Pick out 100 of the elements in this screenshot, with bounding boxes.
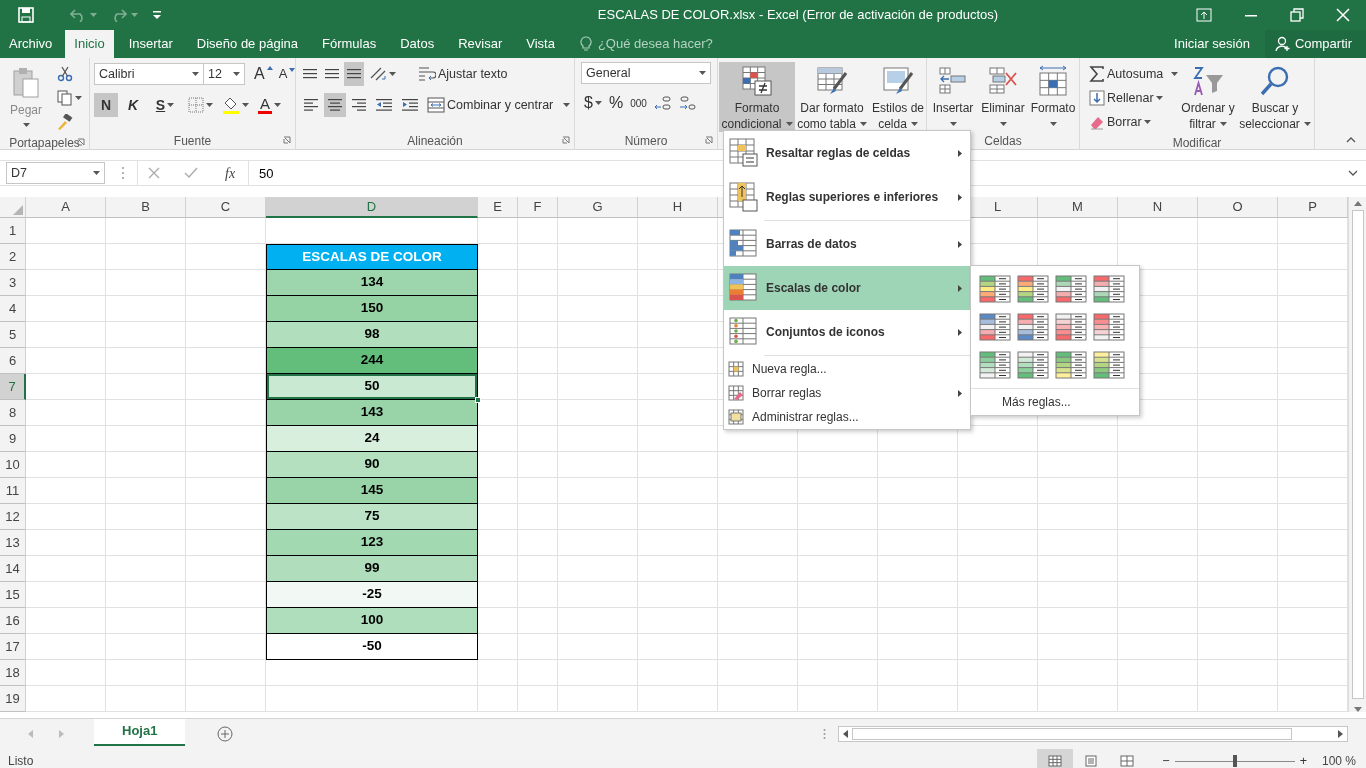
row-header[interactable]: 12 [0,504,26,530]
format-cells-button[interactable]: Formato [1028,62,1078,132]
fill-button[interactable]: Rellenar [1086,86,1178,110]
menu-item[interactable]: Borrar reglas [724,381,970,405]
row-header[interactable]: 8 [0,400,26,426]
ribbon-tab[interactable]: Insertar [119,30,182,58]
row-header[interactable]: 17 [0,634,26,660]
column-header[interactable]: F [518,197,558,218]
number-format-field[interactable]: General [581,62,711,84]
row-header[interactable]: 16 [0,608,26,634]
row-header[interactable]: 19 [0,686,26,712]
column-header[interactable]: B [106,197,186,218]
row-header[interactable]: 2 [0,244,26,270]
vertical-scrollbar[interactable] [1348,197,1366,712]
column-header[interactable]: O [1198,197,1278,218]
scroll-thumb[interactable] [1351,210,1364,699]
ribbon-tab[interactable]: Revisar [449,30,512,58]
wrap-text-button[interactable]: Ajustar texto [415,62,511,86]
column-header[interactable]: D [266,197,478,218]
slider-thumb[interactable] [1232,755,1237,767]
row-header[interactable]: 5 [0,322,26,348]
ribbon-tab[interactable]: Datos [391,30,444,58]
zoom-in-button[interactable]: + [1296,749,1310,768]
column-header[interactable]: G [558,197,638,218]
column-header[interactable]: E [478,197,518,218]
share-button[interactable]: Compartir [1264,30,1366,58]
undo-icon[interactable] [70,8,86,22]
redo-icon[interactable] [111,8,127,22]
sign-in-link[interactable]: Iniciar sesión [1165,30,1259,58]
menu-item[interactable]: Escalas de color [724,266,970,310]
delete-cells-button[interactable]: Eliminar [978,62,1028,132]
currency-button[interactable]: $ [581,91,605,115]
fill-handle[interactable] [475,397,481,403]
row-header[interactable]: 3 [0,270,26,296]
menu-item[interactable]: Nueva regla... [724,357,970,381]
dialog-launcher-icon[interactable] [562,136,570,144]
row-header[interactable]: 4 [0,296,26,322]
underline-button[interactable]: S [148,93,182,117]
increase-font-size-button[interactable]: A [251,62,276,86]
menu-item[interactable]: Resaltar reglas de celdas [724,131,970,175]
add-sheet-icon[interactable] [217,725,234,742]
row-header[interactable]: 15 [0,582,26,608]
menu-item[interactable]: Barras de datos [724,222,970,266]
menu-item[interactable]: Administrar reglas... [724,405,970,429]
splitter-icon[interactable] [823,727,826,740]
view-button[interactable] [1037,749,1074,768]
insert-cells-button[interactable]: Insertar [928,62,978,132]
row-header[interactable]: 1 [0,218,26,244]
thousands-separator-button[interactable]: 000 [627,91,650,115]
restore-icon[interactable] [1290,8,1304,22]
ribbon-display-options-icon[interactable] [1196,8,1212,22]
row-header[interactable]: 6 [0,348,26,374]
search-field[interactable]: ¿Qué desea hacer? [595,33,746,55]
vertical-align-button[interactable] [344,62,364,86]
name-box[interactable]: D7 [6,162,105,184]
enter-check-icon[interactable] [184,167,198,179]
column-header[interactable]: P [1278,197,1348,218]
save-icon[interactable] [18,7,34,23]
collapse-ribbon-icon[interactable] [1346,137,1356,143]
scroll-thumb[interactable] [852,727,1292,740]
close-icon[interactable] [1336,8,1350,22]
ribbon-tab[interactable]: Vista [517,30,564,58]
row-header[interactable]: 9 [0,426,26,452]
column-header[interactable]: N [1118,197,1198,218]
menu-item[interactable]: Reglas superiores e inferiores [724,175,970,219]
ribbon-tab[interactable]: Diseño de página [187,30,307,58]
zoom-out-button[interactable]: − [1159,749,1173,768]
customize-toolbar-icon[interactable] [152,10,162,20]
sheet-tab[interactable]: Hoja1 [94,718,186,746]
percent-button[interactable]: % [605,91,627,115]
menu-item[interactable]: Conjuntos de iconos [724,310,970,354]
column-header[interactable]: C [186,197,266,218]
column-header[interactable]: M [1038,197,1118,218]
merge-center-button[interactable]: Combinar y centrar [424,93,574,117]
conditional-formatting-button[interactable]: Formato condicional [719,62,795,132]
horizontal-scrollbar[interactable] [838,725,1348,742]
column-header[interactable]: A [26,197,106,218]
row-header[interactable]: 14 [0,556,26,582]
font-size-field[interactable]: 12 [203,63,245,85]
bold-button[interactable]: N [94,93,118,117]
dialog-launcher-icon[interactable] [283,136,291,144]
find-select-button[interactable]: Buscar y seleccionar [1238,62,1312,132]
font-name-field[interactable]: Calibri [94,63,204,85]
ribbon-tab[interactable]: Inicio [65,30,114,58]
ribbon-tab[interactable]: Fórmulas [313,30,386,58]
sort-filter-button[interactable]: Ordenar y filtrar [1178,62,1238,132]
row-header[interactable]: 10 [0,452,26,478]
ribbon-tab[interactable]: Archivo [0,30,62,58]
clear-button[interactable]: Borrar [1086,110,1178,134]
column-header[interactable]: H [638,197,718,218]
cancel-icon[interactable] [148,167,160,179]
decrease-font-size-button[interactable]: A [275,62,299,86]
insert-function-button[interactable]: fx [222,161,239,185]
row-header[interactable]: 11 [0,478,26,504]
autosum-button[interactable]: Autosuma [1086,62,1178,86]
row-header[interactable]: 13 [0,530,26,556]
dialog-launcher-icon[interactable] [705,136,713,144]
expand-formula-bar-icon[interactable] [1348,170,1358,176]
row-header[interactable]: 7 [0,374,26,400]
zoom-slider[interactable] [1174,755,1295,767]
